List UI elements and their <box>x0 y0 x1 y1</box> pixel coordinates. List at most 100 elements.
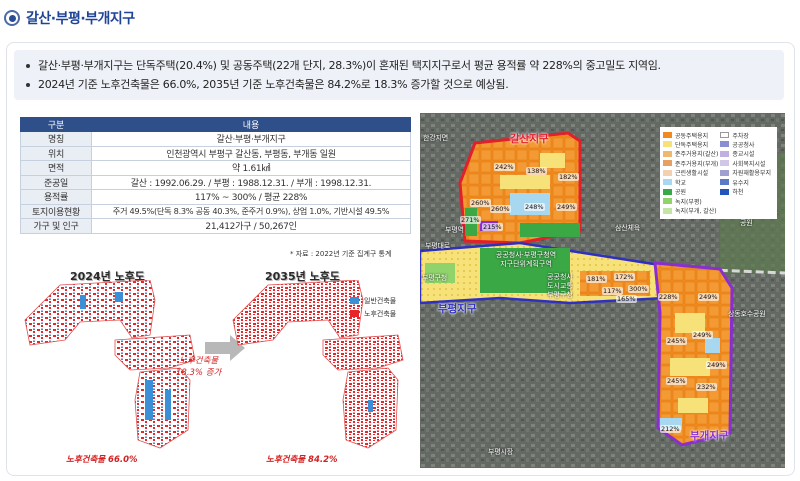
legend-item: 자원재활용부지 <box>720 169 774 177</box>
far-label: 249% <box>706 361 727 369</box>
map-2024 <box>24 280 196 449</box>
legend-swatch <box>663 141 672 148</box>
table-row: 위치 인천광역시 부평구 갈산동, 부평동, 부개동 일원 <box>20 145 411 161</box>
far-label: 172% <box>614 273 635 281</box>
label-galsan: 갈산지구 <box>510 133 549 145</box>
far-label: 248% <box>524 203 545 211</box>
table-header: 구분 <box>20 117 92 132</box>
legend-swatch <box>350 297 359 304</box>
legend-swatch <box>350 310 359 317</box>
table-header: 내용 <box>91 117 411 132</box>
far-label: 271% <box>460 216 481 224</box>
legend-label: 준주거용지(부개) <box>675 160 719 168</box>
table-value: 갈산·부평·부개지구 <box>91 131 411 147</box>
legend-label: 공공청사 <box>732 141 755 149</box>
legend-item: 근린생활시설 <box>663 169 718 177</box>
legend-swatch <box>663 179 672 186</box>
legend-swatch <box>720 141 730 148</box>
legend-item: 녹지(부개, 갈산) <box>663 207 718 215</box>
road-label: 부평시장 <box>488 448 513 456</box>
legend-swatch <box>663 207 672 214</box>
far-label: 242% <box>494 163 515 171</box>
legend-item: 사회복지시설 <box>720 159 774 168</box>
legend-item: 학교 <box>663 178 718 187</box>
land-use-legend: 공동주택용지 주차장 단독주택용지 공공청사 준주거용지(갈산) 종교시설 준주… <box>660 127 777 219</box>
legend-label: 자원재활용부지 <box>732 170 771 178</box>
legend-item: 주차장 <box>720 131 774 140</box>
table-row: 면적 약 1.61㎢ <box>20 160 411 176</box>
legend-label: 준주거용지(갈산) <box>675 151 719 159</box>
galsan-district <box>458 131 582 245</box>
far-label: 232% <box>696 383 717 391</box>
increase-label: 노후건축물 18.3% 증가 <box>176 355 221 379</box>
legend-label: 근린생활시설 <box>675 170 709 178</box>
far-label: 249% <box>698 293 719 301</box>
table-key: 위치 <box>20 145 92 161</box>
legend-label: 녹지(부평) <box>675 198 702 206</box>
legend-label: 공동주택용지 <box>675 132 709 140</box>
legend-item: 준주거용지(부개) <box>663 159 719 168</box>
legend-swatch <box>663 169 672 176</box>
center-label-2: 공공청사 도시교통 부평구청 <box>530 273 590 300</box>
summary-line: 갈산·부평·부개지구는 단독주택(20.4%) 및 공동주택(22개 단지, 2… <box>26 56 772 75</box>
table-row: 가구 및 인구 21,412가구 / 50,267인 <box>20 218 411 234</box>
road-label: 부평구청 <box>422 274 447 282</box>
legend-label: 종교시설 <box>732 151 755 159</box>
legend-swatch <box>720 132 730 138</box>
bugae-district <box>653 261 734 447</box>
table-header-row: 구분 내용 <box>20 117 411 132</box>
table-row: 토지이용현황 주거 49.5%(단독 8.3% 공동 40.3%, 준주거 0.9… <box>20 203 411 219</box>
table-row: 용적률 117% ~ 300% / 평균 228% <box>20 189 411 205</box>
legend-spacer <box>720 197 774 205</box>
legend-swatch <box>663 198 672 205</box>
legend-item: 노후건축물 <box>350 307 396 320</box>
legend-label: 사회복지시설 <box>732 160 766 168</box>
legend-item: 공공청사 <box>720 140 774 149</box>
legend-label: 학교 <box>675 179 687 187</box>
road-label: 부평역 <box>445 226 464 234</box>
info-table: 구분 내용 명칭 갈산·부평·부개지구 위치 인천광역시 부평구 갈산동, 부평동,… <box>20 117 411 234</box>
far-label: 165% <box>616 295 637 303</box>
table-row: 명칭 갈산·부평·부개지구 <box>20 131 411 147</box>
table-value: 117% ~ 300% / 평균 228% <box>91 189 411 205</box>
page-title: 갈산·부평·부개지구 <box>26 11 135 27</box>
label-bugae: 부개지구 <box>690 430 729 442</box>
road-label: 부평대로 <box>425 242 450 250</box>
bullet-icon <box>26 82 30 87</box>
legend-item: 공원 <box>663 188 718 196</box>
legend-item: 유수지 <box>720 178 774 187</box>
legend-swatch <box>720 150 730 157</box>
increase-line: 노후건축물 <box>179 356 219 366</box>
center-label-line: 도시교통 <box>547 282 573 290</box>
far-label: 138% <box>526 167 547 175</box>
far-label: 245% <box>666 377 687 385</box>
far-label: 228% <box>658 293 679 301</box>
far-label: 182% <box>558 173 579 181</box>
legend-swatch <box>663 160 672 167</box>
far-label: 245% <box>666 337 687 345</box>
road-label: 한강지면 <box>423 134 448 142</box>
center-label-line: 공공청사·부평구청역 <box>495 251 557 259</box>
rate-2024: 노후건축물 66.0% <box>66 455 138 465</box>
section-header: 갈산·부평·부개지구 <box>4 6 135 30</box>
table-key: 가구 및 인구 <box>20 218 92 234</box>
legend-item: 단독주택용지 <box>663 140 718 149</box>
table-key: 명칭 <box>20 131 92 147</box>
road-label: 삼산체육 <box>615 224 640 232</box>
legend-item: 일반건축물 <box>350 294 396 307</box>
table-value: 약 1.61㎢ <box>91 160 411 176</box>
far-label: 300% <box>628 285 649 293</box>
far-label: 212% <box>660 425 681 433</box>
legend-swatch <box>663 132 672 138</box>
legend-label: 녹지(부개, 갈산) <box>675 208 717 216</box>
center-label-line: 지구단위계획구역 <box>500 260 552 268</box>
table-key: 토지이용현황 <box>20 203 92 219</box>
table-value: 갈산 : 1992.06.29. / 부평 : 1988.12.31. / 부개… <box>91 174 411 190</box>
legend-swatch <box>663 188 672 195</box>
table-value: 21,412가구 / 50,267인 <box>91 218 411 234</box>
far-label: 249% <box>556 203 577 211</box>
increase-line: 18.3% 증가 <box>176 368 222 378</box>
far-label: 249% <box>692 331 713 339</box>
far-label: 215% <box>482 223 503 231</box>
legend-swatch <box>720 169 730 176</box>
